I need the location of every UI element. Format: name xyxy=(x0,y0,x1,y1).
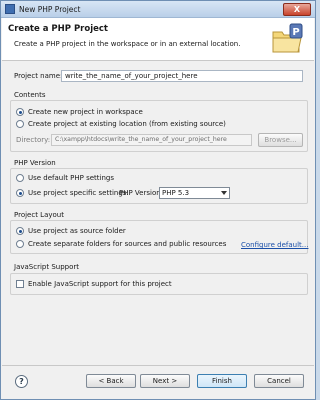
configure-default-link[interactable]: Configure default... xyxy=(241,241,308,249)
cancel-button[interactable]: Cancel xyxy=(254,374,304,388)
next-button[interactable]: Next > xyxy=(140,374,190,388)
php-version-label: PHP Version: xyxy=(119,189,164,197)
create-new-project-radio[interactable] xyxy=(16,108,24,116)
browse-button[interactable]: Browse... xyxy=(258,133,303,147)
enable-javascript-checkbox[interactable] xyxy=(16,280,24,288)
project-name-label: Project name: xyxy=(14,72,63,80)
source-folder-radio[interactable] xyxy=(16,227,24,235)
default-php-label: Use default PHP settings xyxy=(28,174,115,182)
existing-location-label: Create project at existing location (fro… xyxy=(28,120,226,128)
window-title: New PHP Project xyxy=(19,5,81,14)
close-button[interactable]: X xyxy=(283,3,311,16)
specific-php-radio[interactable] xyxy=(16,189,24,197)
default-php-radio[interactable] xyxy=(16,174,24,182)
title-bar[interactable]: New PHP Project X xyxy=(1,1,315,18)
footer-separator xyxy=(2,365,314,366)
php-folder-icon: P xyxy=(272,23,303,53)
create-new-project-label: Create new project in workspace xyxy=(28,108,143,116)
php-version-select[interactable]: PHP 5.3 xyxy=(159,187,230,199)
source-folder-label: Use project as source folder xyxy=(28,227,126,235)
help-icon[interactable]: ? xyxy=(15,375,28,388)
existing-location-radio[interactable] xyxy=(16,120,24,128)
project-layout-group-title: Project Layout xyxy=(14,211,64,219)
php-icon-letter: P xyxy=(292,27,299,38)
wizard-description: Create a PHP project in the workspace or… xyxy=(14,40,241,48)
app-icon xyxy=(5,4,15,14)
new-php-project-dialog: New PHP Project X Create a PHP Project C… xyxy=(0,0,316,400)
php-version-value: PHP 5.3 xyxy=(162,189,190,197)
contents-group-title: Contents xyxy=(14,91,46,99)
finish-button[interactable]: Finish xyxy=(197,374,247,388)
wizard-title: Create a PHP Project xyxy=(8,24,108,34)
specific-php-label: Use project specific settings: xyxy=(28,189,129,197)
project-name-input[interactable]: write_the_name_of_your_project_here xyxy=(61,70,303,82)
separate-folders-radio[interactable] xyxy=(16,240,24,248)
wizard-header: Create a PHP Project Create a PHP projec… xyxy=(2,18,314,61)
php-version-group-title: PHP Version xyxy=(14,159,56,167)
directory-input[interactable]: C:\xampp\htdocs\write_the_name_of_your_p… xyxy=(51,134,252,146)
javascript-group-title: JavaScript Support xyxy=(14,263,79,271)
chevron-down-icon xyxy=(221,191,227,195)
separate-folders-label: Create separate folders for sources and … xyxy=(28,240,227,248)
back-button[interactable]: < Back xyxy=(86,374,136,388)
directory-label: Directory: xyxy=(16,136,51,144)
enable-javascript-label: Enable JavaScript support for this proje… xyxy=(28,280,172,288)
